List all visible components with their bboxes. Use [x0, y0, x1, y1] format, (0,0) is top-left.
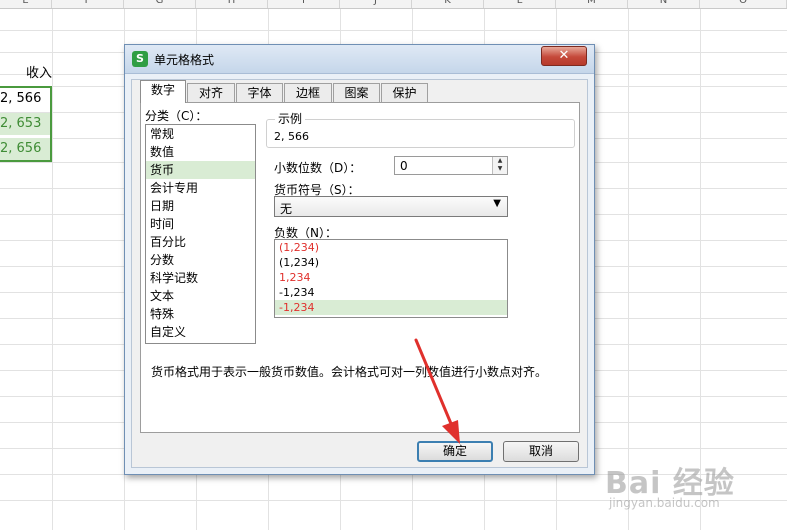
list-item[interactable]: 时间: [146, 215, 255, 233]
column-header-n[interactable]: N: [628, 0, 700, 8]
list-item[interactable]: 百分比: [146, 233, 255, 251]
negative-number-list[interactable]: (1,234) (1,234) 1,234 -1,234 -1,234: [274, 239, 508, 318]
currency-symbol-value: 无: [280, 202, 293, 216]
sample-value: 2, 566: [274, 130, 309, 143]
list-item[interactable]: 科学记数: [146, 269, 255, 287]
list-item[interactable]: 分数: [146, 251, 255, 269]
format-description: 货币格式用于表示一般货币数值。会计格式可对一列数值进行小数点对齐。: [151, 365, 548, 379]
list-item[interactable]: 常规: [146, 125, 255, 143]
decrement-icon[interactable]: ▼: [493, 165, 507, 173]
tab-protection[interactable]: 保护: [381, 83, 428, 102]
chevron-down-icon: ▼: [493, 198, 501, 209]
tab-number[interactable]: 数字: [140, 80, 186, 103]
close-button[interactable]: ✕: [541, 46, 587, 66]
tab-font[interactable]: 字体: [236, 83, 283, 102]
list-item[interactable]: 特殊: [146, 305, 255, 323]
column-header-l[interactable]: L: [484, 0, 556, 8]
list-item[interactable]: 日期: [146, 197, 255, 215]
list-item[interactable]: 数值: [146, 143, 255, 161]
dialog-titlebar[interactable]: S 单元格格式 ✕: [125, 45, 594, 74]
column-header-j[interactable]: J: [340, 0, 412, 8]
selection-border: [0, 86, 52, 162]
grid-line: [0, 30, 787, 31]
list-item[interactable]: (1,234): [275, 255, 507, 270]
list-item[interactable]: 1,234: [275, 270, 507, 285]
increment-icon[interactable]: ▲: [493, 157, 507, 165]
decimals-value: 0: [400, 159, 408, 173]
category-list[interactable]: 常规 数值 货币 会计专用 日期 时间 百分比 分数 科学记数 文本 特殊 自定…: [145, 124, 256, 344]
header-cell-income[interactable]: 收入: [0, 63, 52, 85]
grid-line: [628, 9, 629, 530]
baidu-watermark: Bai 经验 jingyan.baidu.com: [605, 458, 765, 518]
category-label: 分类（C）：: [145, 109, 208, 123]
list-item-selected[interactable]: 货币: [146, 161, 255, 179]
column-header-bar: E F G H I J K L M N O: [0, 0, 787, 9]
list-item[interactable]: 自定义: [146, 323, 255, 341]
decimals-label: 小数位数（D）：: [274, 161, 362, 175]
tab-alignment[interactable]: 对齐: [187, 83, 235, 102]
currency-symbol-select[interactable]: 无 ▼: [274, 196, 508, 217]
wps-app-icon: S: [132, 51, 148, 67]
list-item[interactable]: 会计专用: [146, 179, 255, 197]
column-header-m[interactable]: M: [556, 0, 628, 8]
column-header-k[interactable]: K: [412, 0, 484, 8]
dialog-body: 数字 对齐 字体 边框 图案 保护 分类（C）： 常规 数值 货币 会计专用 日…: [131, 79, 588, 468]
sample-group: [266, 119, 575, 148]
number-tab-panel: 分类（C）： 常规 数值 货币 会计专用 日期 时间 百分比 分数 科学记数 文…: [140, 102, 580, 433]
format-cells-dialog: S 单元格格式 ✕ 数字 对齐 字体 边框 图案 保护 分类（C）： 常规 数值…: [124, 44, 595, 475]
close-icon: ✕: [558, 48, 570, 63]
grid-line: [52, 9, 53, 530]
column-header-h[interactable]: H: [196, 0, 268, 8]
ok-button[interactable]: 确定: [417, 441, 493, 462]
stepper-buttons: ▲ ▼: [492, 157, 507, 174]
column-header-e[interactable]: E: [0, 0, 52, 8]
tab-border[interactable]: 边框: [284, 83, 332, 102]
column-header-g[interactable]: G: [124, 0, 196, 8]
column-header-o[interactable]: O: [700, 0, 787, 8]
watermark-url: jingyan.baidu.com: [609, 496, 720, 510]
list-item[interactable]: -1,234: [275, 285, 507, 300]
grid-line: [700, 9, 701, 530]
sample-label: 示例: [275, 110, 306, 127]
tab-pattern[interactable]: 图案: [333, 83, 380, 102]
decimals-stepper[interactable]: 0 ▲ ▼: [394, 156, 508, 175]
list-item[interactable]: (1,234): [275, 240, 507, 255]
list-item[interactable]: 文本: [146, 287, 255, 305]
list-item-selected[interactable]: -1,234: [275, 300, 507, 315]
dialog-title: 单元格格式: [154, 53, 215, 67]
column-header-i[interactable]: I: [268, 0, 340, 8]
cancel-button[interactable]: 取消: [503, 441, 579, 462]
column-header-f[interactable]: F: [52, 0, 124, 8]
